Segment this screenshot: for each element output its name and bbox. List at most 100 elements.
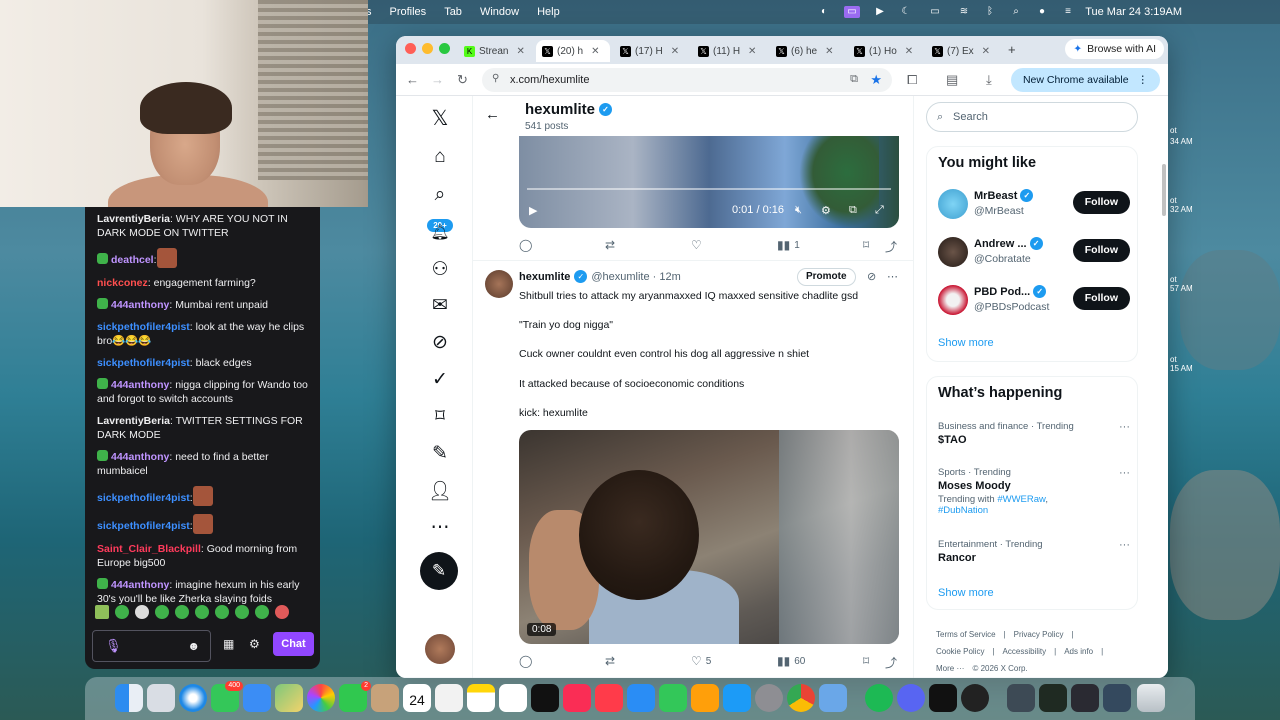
tab-x[interactable]: 𝕏 (7) Ex ✕ xyxy=(926,40,998,62)
emote-icon[interactable] xyxy=(175,605,189,619)
finder-icon[interactable] xyxy=(115,684,143,712)
hashtag-link[interactable]: #DubNation xyxy=(938,505,988,516)
messages-envelope-icon[interactable]: ✉ xyxy=(420,294,460,317)
chat-username[interactable]: sickpethofiler4pist xyxy=(97,520,190,532)
status-icon[interactable]: ◐ xyxy=(818,6,830,18)
show-more-link[interactable]: Show more xyxy=(938,587,994,599)
discord-icon[interactable] xyxy=(897,684,925,712)
emote-icon[interactable] xyxy=(192,514,213,534)
notes-icon[interactable] xyxy=(467,684,495,712)
share-icon[interactable]: ⤴ xyxy=(885,654,897,671)
views-stat[interactable]: ▮▮ 60 xyxy=(777,654,805,668)
reply-icon[interactable]: ◯ xyxy=(519,654,532,668)
chat-username[interactable]: LavrentiyBeria xyxy=(97,415,170,427)
sub-badge-icon[interactable] xyxy=(97,378,108,389)
close-tab-icon[interactable]: ✕ xyxy=(748,46,756,57)
launchpad-icon[interactable] xyxy=(147,684,175,712)
menu-clock[interactable]: Tue Mar 24 3:19AM xyxy=(1085,6,1182,18)
tab-x[interactable]: 𝕏 (6) he ✕ xyxy=(770,40,842,62)
tweet-video[interactable]: 0:08 xyxy=(519,430,899,644)
close-tab-icon[interactable]: ✕ xyxy=(825,46,833,57)
bluetooth-icon[interactable]: ᛒ xyxy=(984,6,996,18)
store-icon[interactable]: ▦ xyxy=(223,637,234,651)
avatar[interactable] xyxy=(938,285,968,315)
settings-icon[interactable]: ⚙ xyxy=(249,637,260,651)
views-stat[interactable]: ▮▮ 1 xyxy=(777,238,800,252)
chat-username[interactable]: nickconez xyxy=(97,277,148,289)
minimize-window-button[interactable] xyxy=(422,43,433,54)
reminders-icon[interactable] xyxy=(435,684,463,712)
capcut-icon[interactable] xyxy=(929,684,957,712)
follow-button[interactable]: Follow xyxy=(1072,191,1130,214)
menu-item-window[interactable]: Window xyxy=(480,6,519,18)
emote-icon[interactable] xyxy=(195,605,209,619)
trend-more-icon[interactable]: ··· xyxy=(1119,539,1130,551)
window-thumb[interactable] xyxy=(1039,684,1067,712)
fullscreen-icon[interactable]: ⤢ xyxy=(875,204,884,217)
video-player[interactable]: ▶ 0:01 / 0:16 🔇︎ ⚙ ⧉ ⤢ xyxy=(519,136,899,228)
close-tab-icon[interactable]: ✕ xyxy=(905,46,913,57)
emote-icon[interactable] xyxy=(155,605,169,619)
suggestion-name[interactable]: Andrew ... ✓ xyxy=(974,237,1043,250)
like-heart-icon[interactable]: ♡ xyxy=(691,238,702,252)
emote-icon[interactable] xyxy=(235,605,249,619)
bookmarks-icon[interactable]: ⌑ xyxy=(420,405,460,428)
photos-icon[interactable] xyxy=(307,684,335,712)
numbers-icon[interactable] xyxy=(659,684,687,712)
close-tab-icon[interactable]: ✕ xyxy=(982,46,990,57)
tweet-avatar[interactable] xyxy=(485,270,513,298)
music-icon[interactable] xyxy=(563,684,591,712)
explore-search-icon[interactable]: ⌕ xyxy=(420,184,460,206)
close-tab-icon[interactable]: ✕ xyxy=(591,46,599,57)
moon-icon[interactable]: ☾ xyxy=(900,6,912,18)
chat-username[interactable]: 444anthony xyxy=(111,579,169,591)
close-window-button[interactable] xyxy=(405,43,416,54)
compose-post-button[interactable]: ✎ xyxy=(420,552,458,590)
wifi-icon[interactable]: ≋ xyxy=(958,6,970,18)
footer-link[interactable]: Ads info xyxy=(1064,647,1093,656)
footer-link[interactable]: Terms of Service xyxy=(936,630,996,639)
suggestion-row[interactable]: Andrew ... ✓ @Cobratate Follow xyxy=(938,235,1130,271)
extensions-icon[interactable]: ⧠ xyxy=(907,72,917,88)
preview-icon[interactable] xyxy=(819,684,847,712)
search-input[interactable]: ⌕ Search xyxy=(926,102,1138,132)
suggestion-name[interactable]: PBD Pod... ✓ xyxy=(974,285,1047,298)
share-icon[interactable]: ⤴ xyxy=(885,238,897,255)
tweet-handle-time[interactable]: @hexumlite · 12m xyxy=(591,271,680,283)
messages-icon[interactable]: 400 xyxy=(211,681,243,712)
grok-icon[interactable]: ⊘ xyxy=(420,331,460,354)
reply-icon[interactable]: ◯ xyxy=(519,238,532,252)
calendar-icon[interactable]: 24 xyxy=(403,684,431,712)
like-stat[interactable]: ♡ 5 xyxy=(691,654,711,668)
keynote-icon[interactable] xyxy=(627,684,655,712)
play-icon[interactable]: ▶ xyxy=(529,204,537,217)
chat-username[interactable]: Saint_Clair_Blackpill xyxy=(97,543,201,555)
chat-username[interactable]: 444anthony xyxy=(111,379,169,391)
siri-icon[interactable]: ● xyxy=(1036,6,1048,18)
chrome-icon[interactable] xyxy=(787,684,815,712)
forward-arrow-icon[interactable]: → xyxy=(431,72,444,87)
sub-badge-icon[interactable] xyxy=(97,578,108,589)
settings-gear-icon[interactable]: ⚙ xyxy=(821,204,831,217)
site-settings-icon[interactable]: ⚲ xyxy=(492,73,499,84)
pages-icon[interactable] xyxy=(691,684,719,712)
reload-icon[interactable]: ↻ xyxy=(457,72,468,88)
chat-username[interactable]: sickpethofiler4pist xyxy=(97,321,190,333)
safari-icon[interactable] xyxy=(179,684,207,712)
trend-item[interactable]: Sports · Trending Moses Moody Trending w… xyxy=(938,467,1130,516)
footer-link[interactable]: Cookie Policy xyxy=(936,647,984,656)
cast-icon[interactable]: ⧉ xyxy=(850,73,858,86)
window-thumb[interactable] xyxy=(1071,684,1099,712)
articles-icon[interactable]: ✎ xyxy=(420,442,460,465)
show-more-link[interactable]: Show more xyxy=(938,337,994,349)
side-panel-icon[interactable]: ▤ xyxy=(946,72,958,88)
footer-more-link[interactable]: More ··· xyxy=(936,664,964,673)
screen-record-icon[interactable]: ▭ xyxy=(844,6,860,18)
back-arrow-icon[interactable]: ← xyxy=(485,106,500,123)
sub-badge-icon[interactable] xyxy=(97,298,108,309)
play-icon[interactable]: ▶ xyxy=(874,6,886,18)
hashtag-link[interactable]: #WWERaw xyxy=(997,494,1045,505)
notifications-bell-icon[interactable]: 🔔︎ xyxy=(420,223,460,241)
chat-username[interactable]: 444anthony xyxy=(111,299,169,311)
search-icon[interactable]: ⌕ xyxy=(1010,6,1022,18)
